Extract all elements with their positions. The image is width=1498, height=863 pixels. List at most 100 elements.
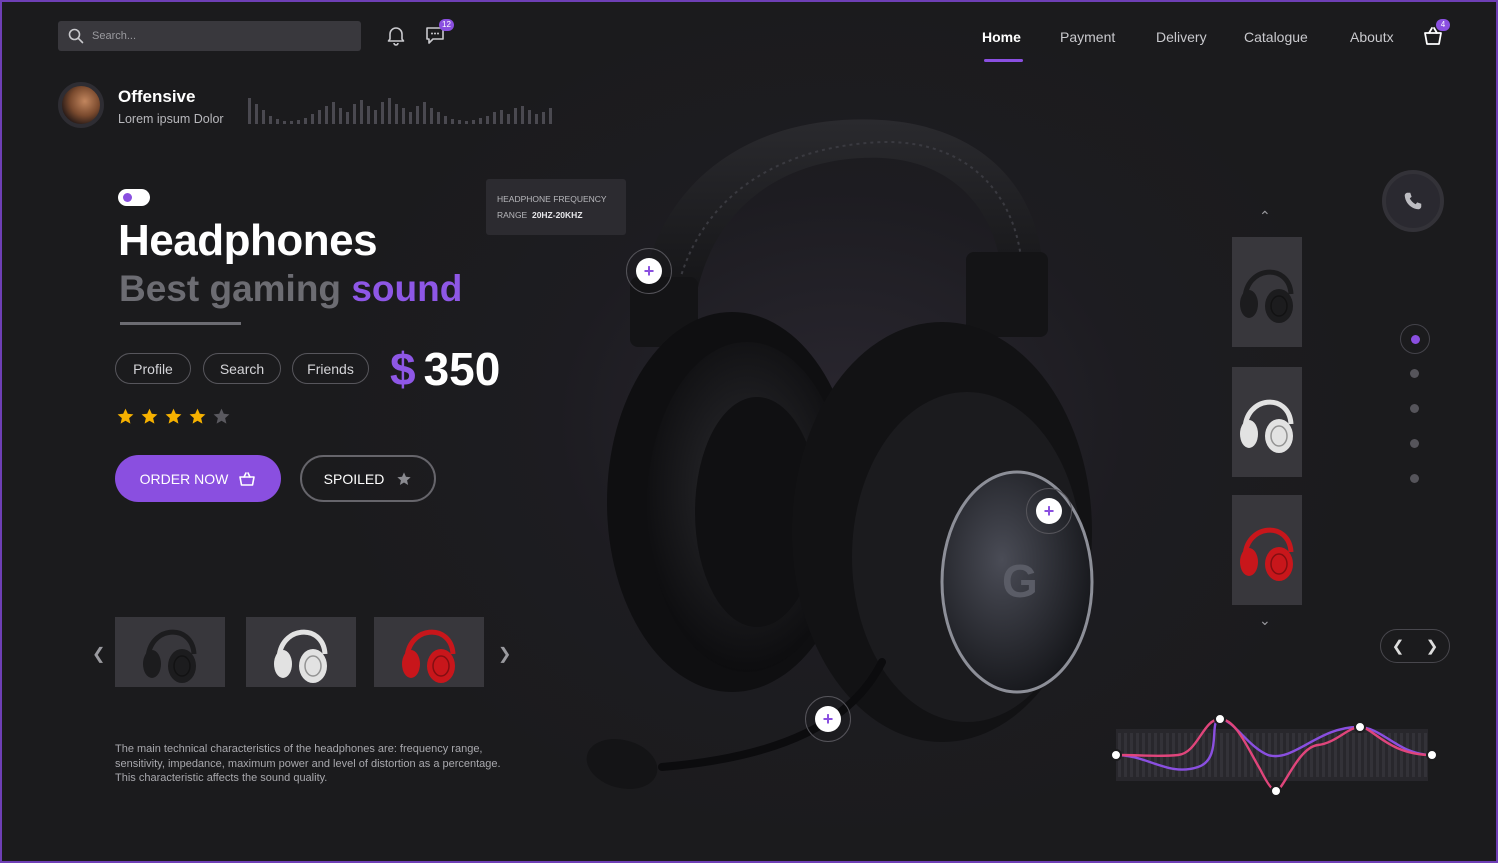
equalizer-bar [1190, 733, 1193, 777]
waveform-bar [395, 104, 398, 124]
waveform-bar [353, 104, 356, 124]
equalizer-bar [1340, 733, 1343, 777]
waveform-bar [367, 106, 370, 124]
equalizer-bar [1304, 733, 1307, 777]
price-value: 350 [423, 343, 501, 395]
equalizer-bar [1352, 733, 1355, 777]
headphones-icon [1240, 269, 1294, 323]
equalizer-bar [1370, 733, 1373, 777]
basket-icon [239, 471, 256, 486]
equalizer-bar [1226, 733, 1229, 777]
search-icon [68, 28, 84, 44]
logo-g: G [1002, 555, 1038, 607]
waveform-bar [262, 110, 265, 124]
chevron-down-icon[interactable]: ⌄ [1259, 612, 1271, 629]
avatar[interactable] [58, 82, 104, 128]
waveform-bar [472, 120, 475, 124]
equalizer-bar [1364, 733, 1367, 777]
equalizer-bar [1400, 733, 1403, 777]
star-icon[interactable] [140, 407, 159, 426]
waveform-bar [311, 114, 314, 124]
waveform-bar [514, 108, 517, 124]
search-input[interactable] [92, 30, 332, 42]
star-icon[interactable] [164, 407, 183, 426]
equalizer-bar [1220, 733, 1223, 777]
waveform-bar [465, 121, 468, 124]
thumbs-next-arrow[interactable]: ❯ [498, 644, 511, 664]
page-dot-3[interactable] [1410, 404, 1419, 413]
waveform-bar [493, 112, 496, 124]
equalizer-graphic [1110, 713, 1438, 797]
call-button[interactable] [1382, 170, 1444, 232]
chevron-right-icon[interactable]: ❯ [1426, 637, 1439, 655]
page-dot-1[interactable] [1400, 324, 1430, 354]
waveform-bar [290, 121, 293, 124]
waveform-bar [423, 102, 426, 124]
order-now-button[interactable]: ORDER NOW [115, 455, 281, 502]
tag-search[interactable]: Search [203, 353, 281, 384]
star-icon[interactable] [212, 407, 231, 426]
waveform-bar [304, 118, 307, 124]
waveform-bar [402, 108, 405, 124]
thumbnail-white[interactable] [246, 617, 356, 687]
nav-delivery[interactable]: Delivery [1156, 29, 1207, 45]
spoiled-button[interactable]: SPOILED [300, 455, 436, 502]
toggle-switch[interactable] [118, 189, 150, 206]
search-bar[interactable] [58, 21, 361, 51]
nav-home[interactable]: Home [982, 29, 1021, 45]
page-frame: 12 Home Payment Delivery Catalogue About… [0, 0, 1498, 863]
tag-profile[interactable]: Profile [115, 353, 191, 384]
waveform-bar [409, 112, 412, 124]
thumbs-prev-arrow[interactable]: ❮ [92, 644, 105, 664]
star-icon[interactable] [188, 407, 207, 426]
equalizer-bar [1238, 733, 1241, 777]
waveform-bar [339, 108, 342, 124]
page-dot-2[interactable] [1410, 369, 1419, 378]
equalizer-bar [1310, 733, 1313, 777]
messages-badge: 12 [439, 19, 454, 31]
price: $350 [390, 342, 500, 396]
equalizer-bar [1298, 733, 1301, 777]
hotspot-earcup[interactable]: + [1026, 488, 1072, 534]
title-divider [120, 322, 241, 325]
nav-catalogue[interactable]: Catalogue [1244, 29, 1308, 45]
side-thumbnail-black[interactable] [1232, 237, 1302, 347]
tag-friends[interactable]: Friends [292, 353, 369, 384]
nav-about[interactable]: Aboutx [1350, 29, 1394, 45]
subtitle-plain: Best gaming [119, 268, 342, 309]
thumbnail-black[interactable] [115, 617, 225, 687]
waveform-bar [374, 110, 377, 124]
hotspot-headband[interactable]: + [626, 248, 672, 294]
star-icon [397, 471, 412, 485]
thumbnail-red[interactable] [374, 617, 484, 687]
hotspot-microphone[interactable]: + [805, 696, 851, 742]
equalizer-bar [1322, 733, 1325, 777]
equalizer-bar [1394, 733, 1397, 777]
waveform-bar [381, 102, 384, 124]
side-thumbnail-red[interactable] [1232, 495, 1302, 605]
page-dot-4[interactable] [1410, 439, 1419, 448]
chevron-up-icon[interactable]: ⌃ [1259, 208, 1271, 225]
equalizer-bar [1358, 733, 1361, 777]
page-subtitle: Best gaming sound [119, 268, 462, 310]
star-icon[interactable] [116, 407, 135, 426]
side-thumbnail-white[interactable] [1232, 367, 1302, 477]
tooltip-range-label: RANGE [497, 210, 528, 220]
page-dot-5[interactable] [1410, 474, 1419, 483]
equalizer-bar [1412, 733, 1415, 777]
waveform-bar [297, 120, 300, 124]
profile-subtitle: Lorem ipsum Dolor [118, 112, 224, 126]
profile-name: Offensive [118, 87, 196, 106]
nav-payment[interactable]: Payment [1060, 29, 1115, 45]
waveform-bar [542, 112, 545, 124]
chevron-left-icon[interactable]: ❮ [1392, 637, 1405, 655]
headphones-icon [402, 629, 456, 683]
waveform-bar [388, 98, 391, 124]
bell-icon[interactable] [385, 24, 407, 46]
headphones-icon [1240, 399, 1294, 453]
waveform-bar [479, 118, 482, 124]
waveform-bar [346, 112, 349, 124]
slide-pager: ❮ ❯ [1380, 629, 1450, 663]
equalizer-bar [1406, 733, 1409, 777]
equalizer-bar [1328, 733, 1331, 777]
